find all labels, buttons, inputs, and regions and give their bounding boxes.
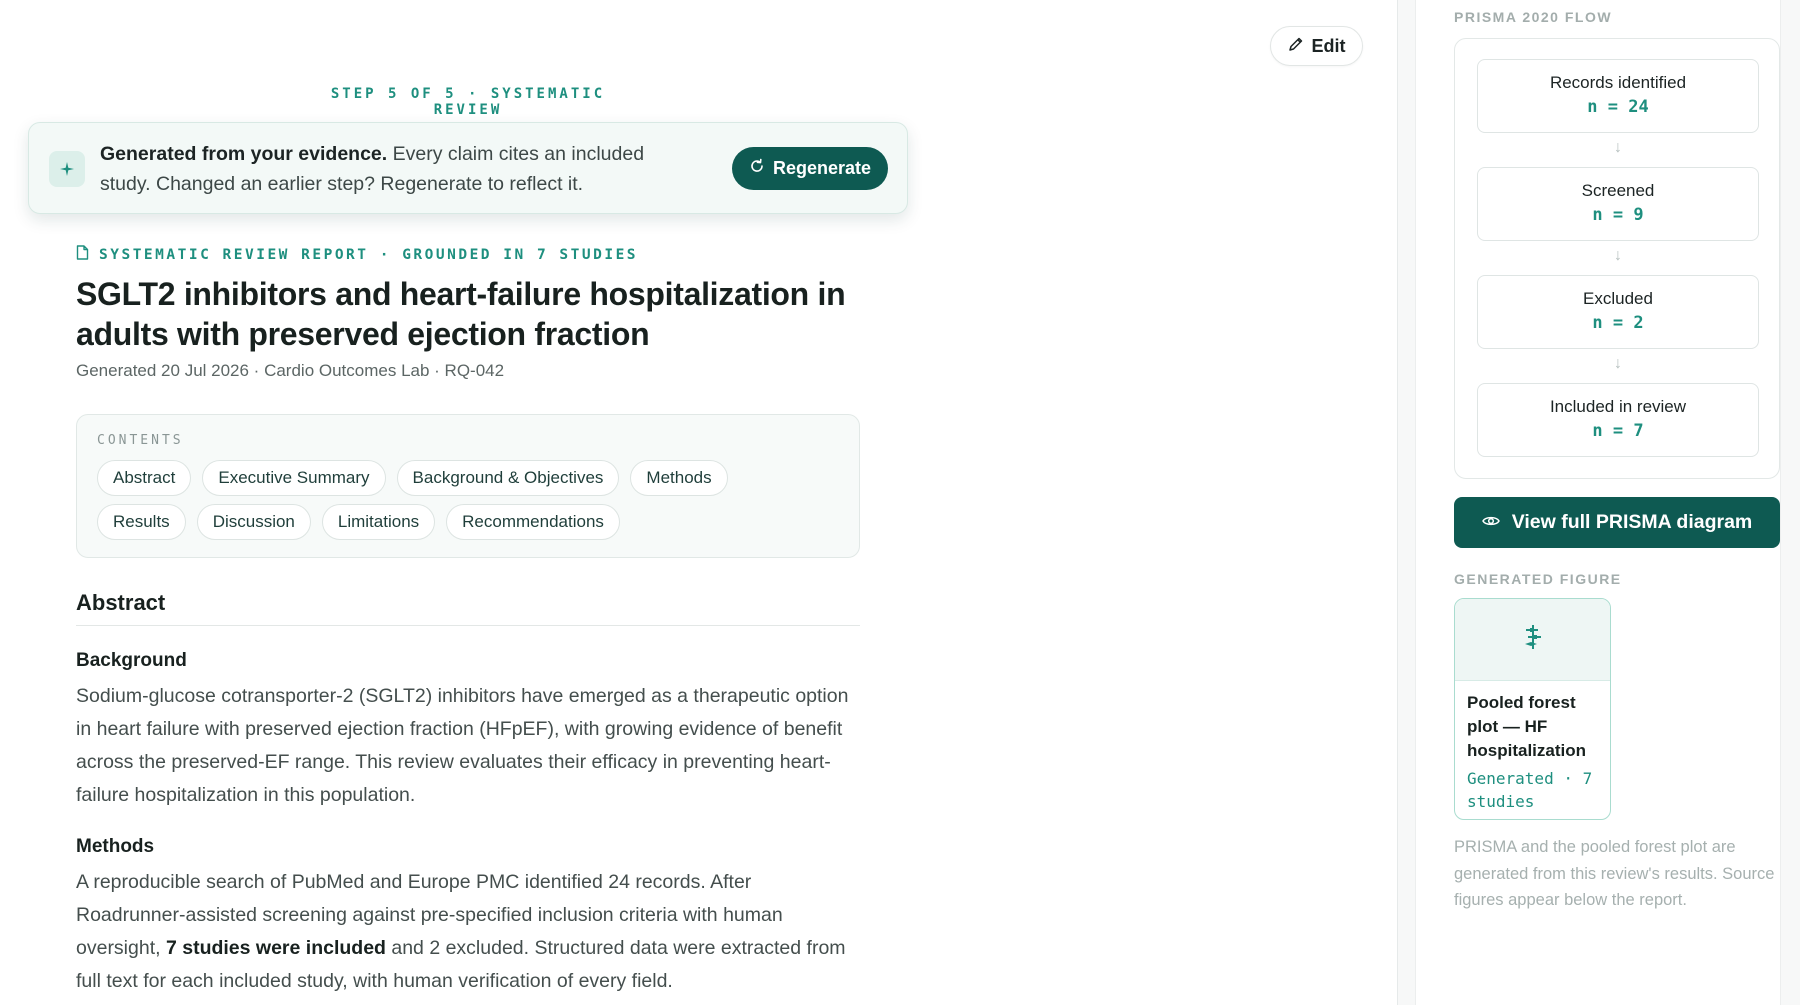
edit-button[interactable]: Edit xyxy=(1270,26,1363,66)
figure-card[interactable]: Pooled forest plot — HF hospitalization … xyxy=(1454,598,1611,820)
toc-results[interactable]: Results xyxy=(97,504,186,540)
pencil-icon xyxy=(1288,36,1304,57)
section-divider xyxy=(76,625,860,626)
toc-background-objectives[interactable]: Background & Objectives xyxy=(396,460,620,496)
methods-bold: 7 studies were included xyxy=(165,937,386,959)
sidebar-note: PRISMA and the pooled forest plot are ge… xyxy=(1454,838,1775,909)
view-prisma-label: View full PRISMA diagram xyxy=(1511,511,1753,533)
prisma-step-count: n = 9 xyxy=(1592,205,1644,225)
contents-label: CONTENTS xyxy=(97,433,184,448)
prisma-step-label: Screened xyxy=(1581,181,1655,200)
background-paragraph: Sodium-glucose cotransporter-2 (SGLT2) i… xyxy=(76,685,849,806)
regenerate-button[interactable]: Regenerate xyxy=(732,147,888,190)
generation-banner: Generated from your evidence. Every clai… xyxy=(28,122,908,214)
prisma-label: PRISMA 2020 FLOW xyxy=(1454,9,1613,25)
prisma-step-count: n = 2 xyxy=(1592,313,1644,333)
figure-title: Pooled forest plot — HF hospitalization xyxy=(1467,693,1586,760)
report-title: SGLT2 inhibitors and heart-failure hospi… xyxy=(76,276,846,352)
report-main: Edit STEP 5 OF 5 · SYSTEMATIC REVIEW Gen… xyxy=(0,0,1397,1005)
prisma-step-label: Included in review xyxy=(1549,397,1687,416)
forest-plot-icon xyxy=(1522,624,1544,655)
toc-abstract[interactable]: Abstract xyxy=(97,460,192,496)
refresh-icon xyxy=(749,158,765,179)
prisma-step-included: Included in review n = 7 xyxy=(1477,383,1759,457)
toc-executive-summary[interactable]: Executive Summary xyxy=(202,460,386,496)
contents-row-2: Results Discussion Limitations Recommend… xyxy=(97,504,620,540)
regenerate-label: Regenerate xyxy=(772,158,872,178)
banner-bold: Generated from your evidence. xyxy=(100,143,388,165)
prisma-step-label: Excluded xyxy=(1583,289,1653,308)
figure-thumbnail xyxy=(1455,599,1610,681)
methods-heading: Methods xyxy=(76,836,155,857)
abstract-heading: Abstract xyxy=(76,590,166,615)
prisma-step-count: n = 7 xyxy=(1592,421,1644,441)
toc-discussion[interactable]: Discussion xyxy=(196,504,311,540)
figure-subtitle: Generated · 7 studies xyxy=(1467,769,1593,811)
report-kicker: SYSTEMATIC REVIEW REPORT · GROUNDED IN 7… xyxy=(76,245,638,264)
edit-label: Edit xyxy=(1311,35,1346,56)
prisma-step-count: n = 24 xyxy=(1587,97,1649,117)
figure-label: GENERATED FIGURE xyxy=(1454,571,1622,587)
prisma-step-screened: Screened n = 9 xyxy=(1477,167,1759,241)
arrow-down-icon: ↓ xyxy=(1614,139,1622,156)
eye-icon xyxy=(1481,511,1500,534)
sidebar-panel: PRISMA 2020 FLOW Records identified n = … xyxy=(1415,0,1781,1005)
right-sidebar: PRISMA 2020 FLOW Records identified n = … xyxy=(1397,0,1800,1005)
toc-limitations[interactable]: Limitations xyxy=(321,504,436,540)
arrow-down-icon: ↓ xyxy=(1614,247,1622,264)
sparkle-icon xyxy=(49,151,85,187)
toc-methods[interactable]: Methods xyxy=(630,460,728,496)
view-prisma-button[interactable]: View full PRISMA diagram xyxy=(1454,497,1780,548)
toc-recommendations[interactable]: Recommendations xyxy=(446,504,620,540)
banner-text: Generated from your evidence. Every clai… xyxy=(100,139,700,199)
prisma-step-identified: Records identified n = 24 xyxy=(1477,59,1759,133)
kicker-text: SYSTEMATIC REVIEW REPORT · GROUNDED IN 7… xyxy=(99,246,639,263)
arrow-down-icon: ↓ xyxy=(1614,355,1622,372)
methods-paragraph: A reproducible search of PubMed and Euro… xyxy=(76,866,866,998)
background-heading: Background xyxy=(76,650,187,671)
prisma-step-label: Records identified xyxy=(1549,73,1687,92)
contents-row-1: Abstract Executive Summary Background & … xyxy=(97,460,728,496)
step-indicator: STEP 5 OF 5 · SYSTEMATIC REVIEW xyxy=(330,86,606,118)
document-icon xyxy=(76,245,89,264)
table-of-contents: CONTENTS Abstract Executive Summary Back… xyxy=(76,414,860,558)
report-meta: Generated 20 Jul 2026 · Cardio Outcomes … xyxy=(76,361,505,380)
prisma-step-excluded: Excluded n = 2 xyxy=(1477,275,1759,349)
prisma-flow-card: Records identified n = 24 ↓ Screened n =… xyxy=(1454,38,1780,479)
